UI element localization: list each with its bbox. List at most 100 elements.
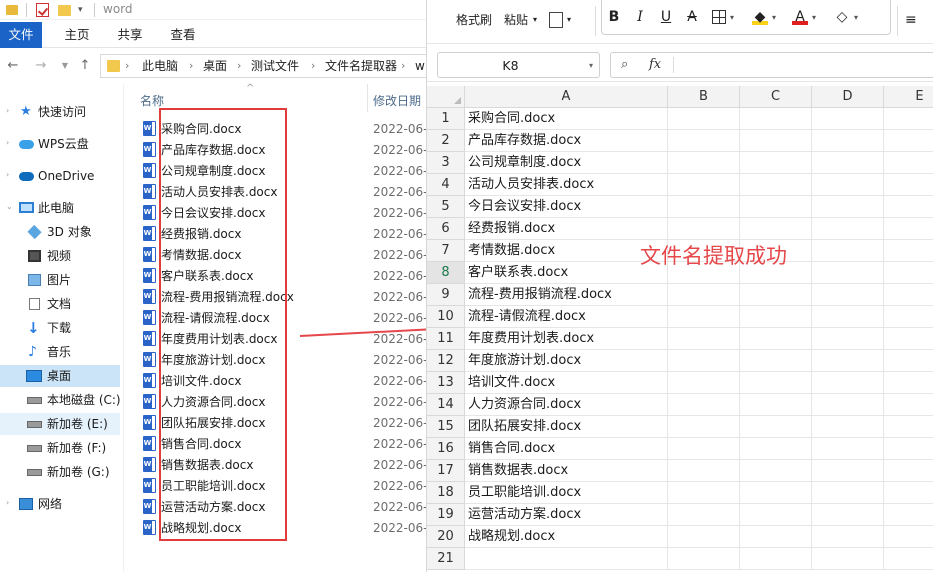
cell[interactable] [884, 174, 933, 196]
cell[interactable] [740, 460, 812, 482]
column-header-b[interactable]: B [668, 86, 740, 108]
chevron-down-icon[interactable]: ▾ [854, 13, 858, 22]
row-header[interactable]: 17 [427, 460, 465, 482]
cell[interactable] [884, 108, 933, 130]
select-all-corner[interactable] [427, 86, 465, 108]
chevron-right-icon[interactable]: › [6, 498, 9, 507]
italic-icon[interactable]: I [632, 7, 648, 27]
forward-arrow-icon[interactable]: → [34, 58, 48, 74]
cell[interactable]: 团队拓展安排.docx [465, 416, 668, 438]
cell[interactable] [812, 350, 884, 372]
eraser-icon[interactable]: ◇ [834, 7, 850, 27]
column-header-name[interactable]: 名称 [140, 92, 164, 109]
cell[interactable] [812, 218, 884, 240]
cell[interactable] [884, 218, 933, 240]
tab-file[interactable]: 文件 [0, 22, 42, 48]
cell[interactable]: 活动人员安排表.docx [465, 174, 668, 196]
cell[interactable] [668, 350, 740, 372]
sidebar-item-pictures[interactable]: 图片 [0, 269, 120, 291]
row-header[interactable]: 16 [427, 438, 465, 460]
cell[interactable] [740, 328, 812, 350]
breadcrumb-word[interactable]: w [415, 58, 425, 74]
cell[interactable]: 产品库存数据.docx [465, 130, 668, 152]
breadcrumb-desktop[interactable]: 桌面 [203, 58, 227, 74]
sidebar-item-quick-access[interactable]: › ★ 快速访问 [0, 101, 120, 123]
sidebar-item-onedrive[interactable]: › OneDrive [0, 165, 120, 187]
cell[interactable]: 今日会议安排.docx [465, 196, 668, 218]
row-header[interactable]: 9 [427, 284, 465, 306]
cell[interactable] [740, 218, 812, 240]
cell[interactable] [668, 328, 740, 350]
row-header[interactable]: 14 [427, 394, 465, 416]
strikethrough-icon[interactable]: A [684, 7, 700, 27]
cell[interactable] [740, 306, 812, 328]
cell[interactable]: 考情数据.docx [465, 240, 668, 262]
row-header[interactable]: 3 [427, 152, 465, 174]
underline-icon[interactable]: U [658, 7, 674, 27]
cell[interactable] [668, 394, 740, 416]
cell[interactable] [884, 306, 933, 328]
cell[interactable] [812, 416, 884, 438]
row-header[interactable]: 6 [427, 218, 465, 240]
cell[interactable]: 年度费用计划表.docx [465, 328, 668, 350]
chevron-right-icon[interactable]: › [237, 58, 241, 74]
name-box[interactable]: K8 ▾ [437, 52, 600, 78]
address-bar[interactable]: › 此电脑 › 桌面 › 测试文件 › 文件名提取器 › w [100, 54, 426, 78]
chevron-right-icon[interactable]: › [6, 138, 9, 147]
cell[interactable] [740, 526, 812, 548]
cell[interactable] [884, 152, 933, 174]
align-left-icon[interactable]: ≡ [905, 10, 917, 30]
chevron-right-icon[interactable]: › [311, 58, 315, 74]
cell[interactable]: 流程-请假流程.docx [465, 306, 668, 328]
sidebar-item-desktop[interactable]: 桌面 [0, 365, 120, 387]
column-header-a[interactable]: A [465, 86, 668, 108]
chevron-down-icon[interactable]: ⌄ [6, 202, 13, 211]
cell[interactable] [668, 416, 740, 438]
cell[interactable] [740, 350, 812, 372]
tab-share[interactable]: 共享 [115, 22, 145, 48]
chevron-right-icon[interactable]: › [6, 106, 9, 115]
chevron-down-icon[interactable]: ▾ [567, 10, 571, 30]
cell[interactable] [884, 372, 933, 394]
cell[interactable] [812, 504, 884, 526]
chevron-right-icon[interactable]: › [401, 58, 405, 74]
row-header[interactable]: 10 [427, 306, 465, 328]
fill-color-icon[interactable]: ◆ [752, 7, 768, 25]
row-header[interactable]: 21 [427, 548, 465, 570]
cell[interactable] [884, 240, 933, 262]
border-icon[interactable] [712, 10, 726, 24]
row-header[interactable]: 20 [427, 526, 465, 548]
cell[interactable] [668, 504, 740, 526]
cell[interactable] [884, 262, 933, 284]
cell[interactable] [740, 504, 812, 526]
sidebar-item-documents[interactable]: 文档 [0, 293, 120, 315]
column-header-d[interactable]: D [812, 86, 884, 108]
back-arrow-icon[interactable]: ← [6, 58, 20, 74]
sidebar-item-downloads[interactable]: ↓ 下载 [0, 317, 120, 339]
sidebar-item-3d-objects[interactable]: 3D 对象 [0, 221, 120, 243]
cell[interactable] [812, 262, 884, 284]
sidebar-item-this-pc[interactable]: ⌄ 此电脑 [0, 197, 120, 219]
cell[interactable] [812, 108, 884, 130]
zoom-icon[interactable]: ⌕ [621, 56, 639, 74]
cell[interactable] [668, 372, 740, 394]
format-painter-button[interactable]: 格式刷 [456, 10, 492, 30]
cell[interactable] [812, 130, 884, 152]
row-header[interactable]: 8 [427, 262, 465, 284]
chevron-down-icon[interactable]: ▾ [533, 10, 537, 30]
tab-view[interactable]: 查看 [168, 22, 198, 48]
cell[interactable] [812, 548, 884, 570]
cell[interactable]: 培训文件.docx [465, 372, 668, 394]
cell[interactable] [884, 328, 933, 350]
row-header[interactable]: 5 [427, 196, 465, 218]
chevron-right-icon[interactable]: › [125, 58, 129, 74]
cell[interactable] [884, 130, 933, 152]
cell[interactable] [740, 394, 812, 416]
cell[interactable]: 人力资源合同.docx [465, 394, 668, 416]
clipboard-icon[interactable] [549, 12, 563, 28]
chevron-down-icon[interactable]: ▾ [772, 13, 776, 22]
row-header[interactable]: 11 [427, 328, 465, 350]
quick-access-dropdown-icon[interactable]: ▾ [78, 3, 88, 17]
cell[interactable] [884, 526, 933, 548]
cell[interactable] [812, 284, 884, 306]
